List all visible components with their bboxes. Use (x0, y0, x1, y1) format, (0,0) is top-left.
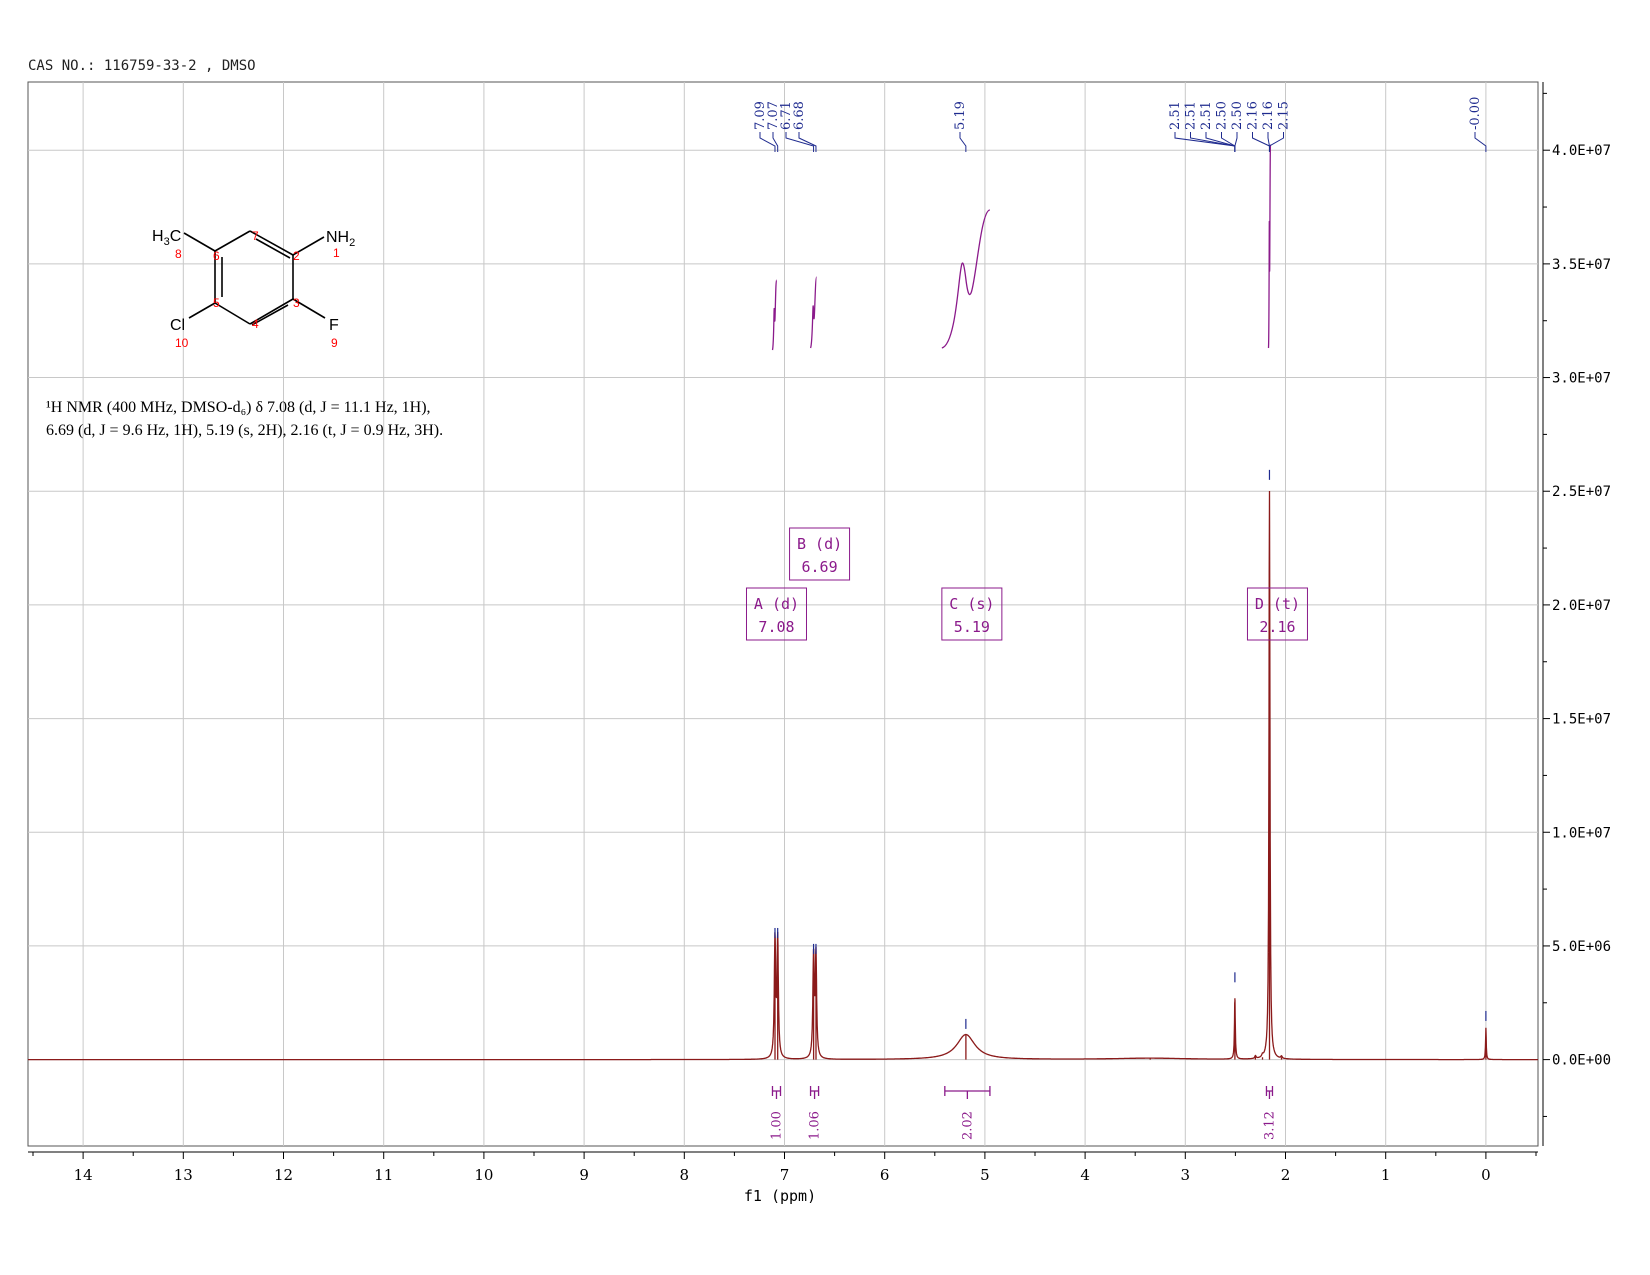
ring-number-3: 3 (293, 296, 300, 310)
peak-shift-label: 2.16 (1261, 101, 1276, 130)
integral-curves (771, 144, 1272, 351)
x-tick-label: 12 (274, 1166, 293, 1184)
peak-connector (785, 132, 815, 152)
x-tick-label: 0 (1481, 1166, 1491, 1184)
y-tick-label: 2.0E+07 (1552, 598, 1611, 614)
x-tick-label: 13 (174, 1166, 193, 1184)
atom-label-cl: Cl (170, 317, 185, 334)
integral-curve (771, 279, 778, 351)
peak-connector (1252, 132, 1270, 152)
x-tick-label: 10 (474, 1166, 493, 1184)
peak-connector (1474, 132, 1487, 152)
nmr-description-line1: ¹H NMR (400 MHz, DMSO-d₆) δ 7.08 (d, J =… (46, 399, 431, 416)
atom-number-8: 8 (175, 247, 182, 261)
peak-shift-label: 6.68 (792, 101, 807, 130)
integral-bar: 1.06 (808, 1086, 823, 1140)
integral-bar: 2.02 (944, 1086, 991, 1140)
peak-shift-label: 2.51 (1184, 101, 1199, 130)
integral-bar: 1.00 (769, 1086, 784, 1140)
atom-number-10: 10 (175, 336, 189, 350)
x-tick-label: 3 (1181, 1166, 1191, 1184)
nmr-spectrum-chart: 14 13 12 11 10 9 8 7 6 5 4 3 2 1 0f1 (ppm)0.0E+005.0E+… (27, 81, 1611, 1205)
atom-number-1: 1 (333, 246, 340, 260)
peak-labels: 7.097.076.716.68 5.19 2.51 2.51 2.51 2.50 2.50… (753, 97, 1487, 152)
peak-shift-label: 2.50 (1215, 101, 1230, 130)
y-tick-label: 3.5E+07 (1552, 257, 1611, 273)
multiplet-label: B (d) (797, 535, 842, 553)
ring-number-5: 5 (213, 296, 220, 310)
atom-number-9: 9 (331, 336, 338, 350)
axes: 14 13 12 11 10 9 8 7 6 5 4 3 2 1 0f1 (ppm)0.0E+005.0E+… (28, 82, 1611, 1205)
x-tick-label: 2 (1281, 1166, 1291, 1184)
x-tick-label: 11 (374, 1166, 393, 1184)
integral-value-label: 3.12 (1262, 1111, 1277, 1140)
peak-shift-label: 5.19 (953, 101, 968, 130)
multiplet-box-B: B (d) 6.69 (789, 527, 851, 581)
integral-curve (1267, 144, 1272, 349)
ring-number-6: 6 (213, 249, 220, 263)
peak-shift-label: 2.51 (1199, 101, 1214, 130)
multiplet-box-A: A (d) 7.08 (745, 587, 807, 641)
x-tick-label: 4 (1080, 1166, 1090, 1184)
integral-curve (941, 209, 991, 349)
atom-label-h3c: H3C (152, 228, 181, 248)
y-tick-label: 0.0E+00 (1552, 1053, 1611, 1069)
peak-shift-label: -0.00 (1468, 97, 1483, 130)
y-tick-label: 4.0E+07 (1552, 143, 1611, 159)
multiplet-shift: 7.08 (758, 618, 794, 636)
x-axis-title: f1 (ppm) (744, 1187, 816, 1205)
multiplet-shift: 6.69 (802, 558, 838, 576)
integral-value-label: 1.00 (769, 1111, 784, 1140)
multiplet-label: D (t) (1255, 595, 1300, 613)
x-tick-label: 8 (680, 1166, 690, 1184)
x-tick-label: 9 (579, 1166, 589, 1184)
peak-connector (959, 132, 967, 152)
ring-number-2: 2 (293, 249, 300, 263)
x-tick-label: 5 (980, 1166, 990, 1184)
atom-label-f: F (329, 317, 339, 334)
peak-shift-label: 2.51 (1168, 101, 1183, 130)
multiplet-box-C: C (s) 5.19 (941, 587, 1003, 641)
y-tick-label: 1.0E+07 (1552, 825, 1611, 841)
peak-connector (1268, 132, 1284, 152)
peak-shift-label: 2.16 (1246, 101, 1261, 130)
integral-curve (809, 276, 818, 349)
spectrum-trace (28, 490, 1538, 1061)
ring-number-7: 7 (252, 229, 259, 243)
y-tick-label: 1.5E+07 (1552, 712, 1611, 728)
spectrum (28, 469, 1538, 1061)
multiplet-label: A (d) (754, 595, 799, 613)
x-tick-label: 14 (74, 1166, 93, 1184)
integral-value-label: 2.02 (960, 1111, 975, 1140)
y-tick-label: 2.5E+07 (1552, 484, 1611, 500)
integral-bars: 1.00 1.06 2.02 3.12 (769, 1086, 1277, 1140)
integral-bar: 3.12 (1262, 1086, 1277, 1140)
peak-shift-label: 2.50 (1230, 101, 1245, 130)
nmr-description-line2: 6.69 (d, J = 9.6 Hz, 1H), 5.19 (s, 2H), … (46, 422, 444, 439)
multiplet-label: C (s) (949, 595, 994, 613)
x-tick-label: 6 (880, 1166, 890, 1184)
x-tick-label: 7 (780, 1166, 790, 1184)
multiplet-shift: 5.19 (954, 618, 990, 636)
peak-connector (1234, 132, 1238, 152)
multiplet-boxes: A (d) 7.08 B (d) 6.69 C (s) 5.19 D (t) 2.16 (745, 527, 1308, 641)
multiplet-shift: 2.16 (1259, 618, 1295, 636)
x-tick-label: 1 (1381, 1166, 1391, 1184)
chemical-structure: H3C NH2 Cl F 8 1 10 9 7 2 6 5 3 4 (152, 228, 355, 350)
ring-number-4: 4 (252, 317, 259, 331)
nmr-description: ¹H NMR (400 MHz, DMSO-d₆) δ 7.08 (d, J =… (46, 396, 566, 442)
peak-connector (1221, 132, 1236, 152)
atom-label-nh2: NH2 (326, 229, 355, 249)
y-tick-label: 5.0E+06 (1552, 939, 1611, 955)
integral-value-label: 1.06 (808, 1111, 823, 1140)
peak-connector (1174, 132, 1236, 152)
y-tick-label: 3.0E+07 (1552, 371, 1611, 387)
peak-shift-label: 2.15 (1277, 101, 1292, 130)
multiplet-box-D: D (t) 2.16 (1246, 587, 1308, 641)
